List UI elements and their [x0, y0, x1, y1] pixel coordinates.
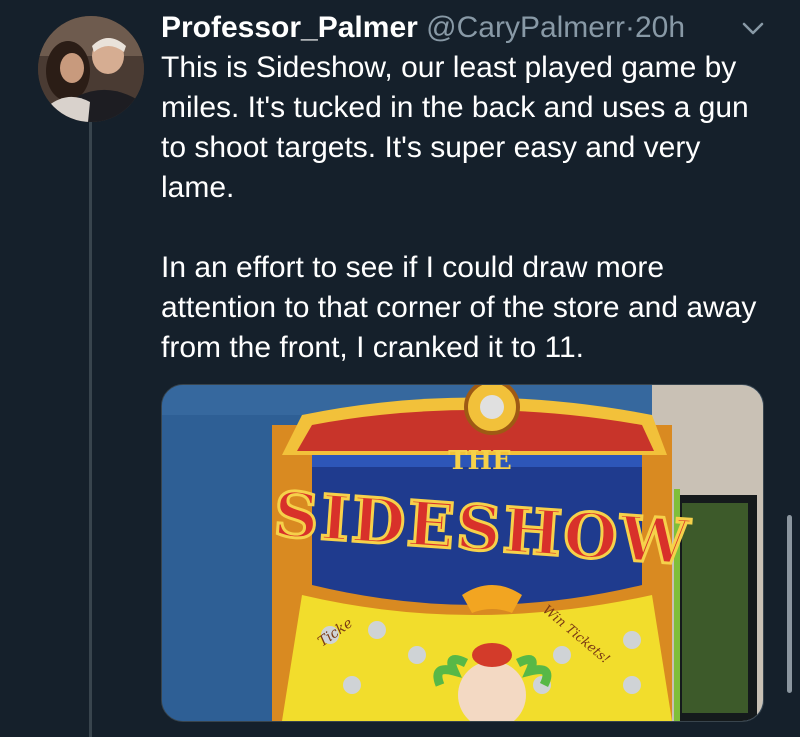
scrollbar-thumb[interactable]	[787, 515, 792, 693]
sideshow-arcade-photo: THE SIDESHOW Ticke Win Tickets!	[162, 385, 763, 721]
timestamp[interactable]: 20h	[635, 11, 685, 44]
thread-connector-line	[89, 118, 92, 737]
display-name[interactable]: Professor_Palmer	[161, 11, 418, 44]
tweet-paragraph: In an effort to see if I could draw more…	[161, 251, 765, 364]
tweet-paragraph: This is Sideshow, our least played game …	[161, 51, 758, 204]
user-handle[interactable]: @CaryPalmerr	[426, 11, 625, 44]
tweet-text: This is Sideshow, our least played game …	[161, 48, 771, 368]
sign-top-text: THE	[448, 446, 512, 476]
tweet-media-photo[interactable]: THE SIDESHOW Ticke Win Tickets!	[161, 384, 764, 722]
timestamp-separator: ·	[624, 11, 635, 44]
avatar-photo	[38, 16, 144, 122]
avatar[interactable]	[38, 16, 144, 122]
tweet-header: Professor_Palmer @CaryPalmerr·20h	[161, 8, 760, 48]
chevron-down-icon[interactable]	[742, 22, 764, 36]
